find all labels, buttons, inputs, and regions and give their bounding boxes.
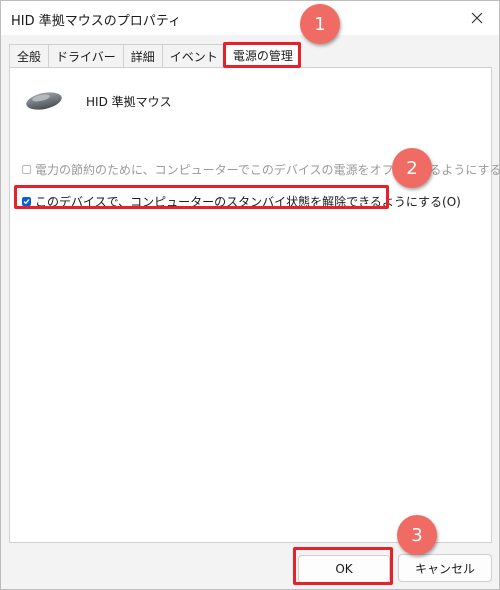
allow-power-off-checkbox [22, 165, 31, 174]
device-name: HID 準拠マウス [86, 94, 172, 109]
highlight-ok-button [293, 547, 393, 585]
highlight-wake-option [14, 185, 389, 209]
tab-general[interactable]: 全般 [9, 44, 50, 67]
close-icon [471, 12, 483, 24]
tab-driver[interactable]: ドライバー [48, 44, 124, 67]
close-button[interactable] [461, 3, 493, 33]
properties-dialog: HID 準拠マウスのプロパティ 全般 ドライバー 詳細 イベント 電源の管理 H… [0, 0, 500, 590]
tab-details[interactable]: 詳細 [122, 44, 163, 67]
device-header: HID 準拠マウス [24, 90, 172, 112]
tab-events[interactable]: イベント [161, 44, 226, 67]
step-badge-3: 3 [397, 515, 437, 555]
mouse-icon [26, 92, 62, 110]
step-badge-2: 2 [392, 148, 432, 188]
window-title: HID 準拠マウスのプロパティ [11, 14, 181, 29]
cancel-button[interactable]: キャンセル [398, 554, 492, 582]
highlight-power-tab [223, 42, 301, 68]
step-badge-1: 1 [300, 4, 340, 44]
tab-panel: HID 準拠マウス 電力の節約のために、コンピューターでこのデバイスの電源をオフ… [9, 67, 500, 543]
title-bar: HID 準拠マウスのプロパティ [1, 1, 499, 35]
